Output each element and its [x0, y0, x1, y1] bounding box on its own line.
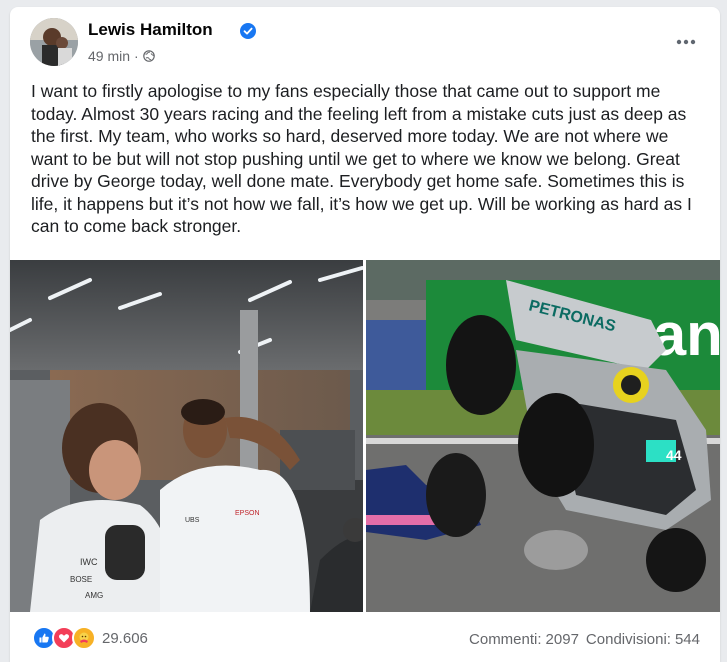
photo-crash[interactable]: aran PETRONAS 44	[366, 260, 720, 612]
care-reaction-icon	[72, 626, 96, 650]
shares-stat[interactable]: Condivisioni: 544	[586, 631, 700, 648]
author-avatar[interactable]	[30, 18, 78, 66]
post-time[interactable]: 49 min	[88, 48, 130, 64]
left-shirt-text-1: IWC	[80, 557, 98, 567]
garage-photo-image: IWC BOSE AMG UBS EPSON	[10, 260, 363, 612]
left-shirt-text-3: AMG	[85, 591, 103, 600]
author-name[interactable]: Lewis Hamilton	[88, 20, 213, 40]
comments-stat[interactable]: Commenti: 2097	[469, 631, 579, 648]
post-meta: 49 min ·	[88, 48, 155, 64]
more-options-icon	[676, 39, 696, 45]
reaction-count: 29.606	[102, 629, 148, 647]
post-header: Lewis Hamilton 49 min ·	[30, 18, 700, 70]
shares-label: Condivisioni:	[585, 631, 671, 648]
avatar-image	[30, 18, 78, 66]
photo-team-garage[interactable]: IWC BOSE AMG UBS EPSON	[10, 260, 363, 612]
comments-count: 2097	[545, 631, 579, 648]
post-footer: 29.606 Commenti: 2097 Condivisioni: 544	[30, 622, 700, 656]
verified-badge-icon	[240, 23, 256, 39]
meta-separator: ·	[134, 48, 139, 64]
shares-count: 544	[674, 631, 700, 648]
post-card: Lewis Hamilton 49 min · I want to firstl…	[10, 7, 720, 662]
left-shirt-text-4: UBS	[185, 517, 200, 524]
left-shirt-text-5: EPSON	[235, 510, 260, 517]
crash-photo-image: aran PETRONAS 44	[366, 260, 720, 612]
left-shirt-text-2: BOSE	[70, 575, 92, 584]
right-car-number: 44	[666, 447, 682, 463]
post-stats: Commenti: 2097 Condivisioni: 544	[469, 631, 700, 648]
comments-label: Commenti:	[469, 631, 542, 648]
globe-icon[interactable]	[142, 50, 155, 62]
post-body-text: I want to firstly apologise to my fans e…	[31, 81, 692, 236]
more-options-button[interactable]	[672, 28, 700, 56]
post-photos: IWC BOSE AMG UBS EPSON aran	[10, 260, 720, 612]
reactions-summary[interactable]: 29.606	[32, 626, 148, 650]
